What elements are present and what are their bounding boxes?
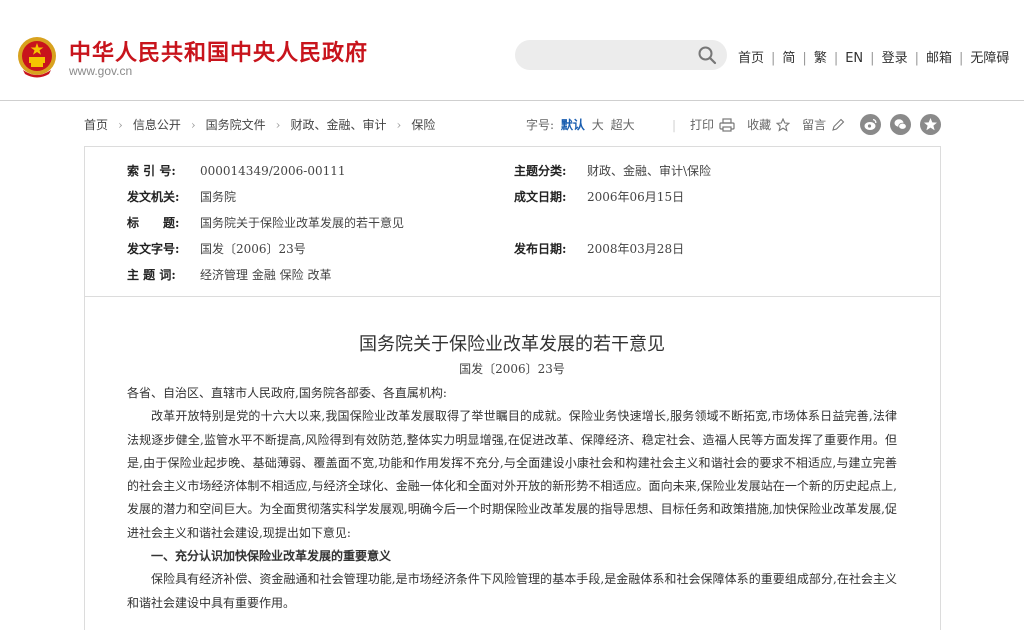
info-written-date: 成文日期: 2006年06月15日 [514, 188, 684, 205]
site-title[interactable]: 中华人民共和国中央人民政府 [69, 35, 368, 67]
star-icon [776, 117, 791, 132]
info-category: 主题分类: 财政、金融、审计\保险 [514, 162, 711, 179]
page-tools: | 打印 收藏 留言 [672, 116, 857, 133]
info-written-value: 2006年06月15日 [587, 190, 685, 204]
info-published-date: 发布日期: 2008年03月28日 [514, 240, 684, 257]
weibo-icon[interactable] [860, 114, 881, 135]
font-size-default[interactable]: 默认 [558, 118, 585, 132]
nav-separator: | [914, 51, 919, 66]
nav-mailbox[interactable]: 邮箱 [926, 51, 952, 66]
nav-simplified[interactable]: 简 [782, 51, 795, 66]
info-keywords-label: 主 题 词: [127, 268, 176, 282]
nav-separator: | [802, 51, 807, 66]
nav-separator: | [958, 51, 964, 66]
info-issuer-value: 国务院 [200, 190, 237, 204]
chevron-right-icon: › [275, 118, 281, 132]
favorite-button[interactable]: 收藏 [747, 116, 791, 133]
qzone-icon[interactable] [920, 114, 941, 135]
chevron-right-icon: › [396, 118, 402, 132]
breadcrumb-info-disclosure[interactable]: 信息公开 [133, 118, 181, 132]
search-box [515, 40, 727, 70]
article-paragraph: 改革开放特别是党的十六大以来,我国保险业改革发展取得了举世瞩目的成就。保险业务快… [127, 409, 897, 540]
font-size-large[interactable]: 大 [589, 118, 604, 132]
article-title: 国务院关于保险业改革发展的若干意见 [359, 334, 665, 355]
article-paragraph: 保险具有经济补偿、资金融通和社会管理功能,是市场经济条件下风险管理的基本手段,是… [127, 572, 897, 610]
info-index-label: 索 引 号: [127, 164, 176, 178]
info-keywords: 主 题 词: 经济管理 金融 保险 改革 [127, 266, 331, 283]
info-index-value: 000014349/2006-00111 [200, 164, 346, 178]
favorite-label: 收藏 [747, 118, 772, 132]
print-button[interactable]: 打印 [690, 116, 735, 133]
info-category-value: 财政、金融、审计\保险 [587, 164, 712, 178]
nav-separator: | [870, 51, 875, 66]
share-icons [860, 114, 950, 135]
site-url[interactable]: www.gov.cn [69, 64, 132, 78]
info-published-label: 发布日期: [514, 242, 567, 256]
nav-english[interactable]: EN [845, 51, 863, 66]
wechat-icon[interactable] [890, 114, 911, 135]
national-emblem-icon[interactable] [17, 36, 57, 78]
nav-separator: | [833, 51, 839, 66]
info-doc-number: 发文字号: 国发〔2006〕23号 [127, 240, 306, 257]
comment-button[interactable]: 留言 [802, 116, 845, 133]
chevron-right-icon: › [190, 118, 196, 132]
info-published-value: 2008年03月28日 [587, 242, 685, 256]
nav-login[interactable]: 登录 [882, 51, 908, 66]
info-issuer: 发文机关: 国务院 [127, 188, 236, 205]
comment-label: 留言 [802, 118, 827, 132]
info-docno-label: 发文字号: [127, 242, 180, 256]
info-written-label: 成文日期: [514, 190, 567, 204]
font-size-selector: 字号: 默认 大 超大 [526, 116, 635, 133]
breadcrumb-state-council-docs[interactable]: 国务院文件 [206, 118, 266, 132]
pencil-icon [832, 118, 845, 131]
nav-separator: | [771, 51, 776, 66]
info-title-value: 国务院关于保险业改革发展的若干意见 [200, 216, 405, 230]
divider: | [672, 118, 677, 132]
search-icon[interactable] [697, 45, 717, 65]
chevron-right-icon: › [118, 118, 123, 132]
info-title-label: 标 题: [127, 216, 180, 230]
article-salutation: 各省、自治区、直辖市人民政府,国务院各部委、各直属机构: [127, 386, 447, 400]
info-issuer-label: 发文机关: [127, 190, 180, 204]
search-input[interactable] [529, 46, 689, 64]
print-label: 打印 [690, 118, 715, 132]
top-nav: 首页 | 简 | 繁 | EN | 登录 | 邮箱 | 无障碍 [738, 47, 1009, 66]
font-size-label: 字号: [526, 118, 555, 132]
article-section-heading: 一、充分认识加快保险业改革发展的重要意义 [151, 549, 392, 564]
font-size-xlarge[interactable]: 超大 [608, 118, 635, 132]
article-doc-number: 国发〔2006〕23号 [459, 362, 565, 376]
breadcrumb-insurance[interactable]: 保险 [411, 118, 435, 132]
breadcrumb-bar: 首页 › 信息公开 › 国务院文件 › 财政、金融、审计 › 保险 字号: 默认 大 超大 | 打… [84, 114, 944, 135]
nav-traditional[interactable]: 繁 [814, 51, 827, 66]
printer-icon [719, 117, 735, 132]
nav-accessibility[interactable]: 无障碍 [970, 51, 1009, 66]
info-docno-value: 国发〔2006〕23号 [200, 242, 306, 256]
site-header: 中华人民共和国中央人民政府 www.gov.cn 首页 | 简 | 繁 | EN | 登录 | 邮箱… [0, 0, 1024, 101]
info-category-label: 主题分类: [514, 164, 567, 178]
info-keywords-value: 经济管理 金融 保险 改革 [200, 268, 332, 282]
breadcrumb-home[interactable]: 首页 [84, 118, 108, 132]
nav-home[interactable]: 首页 [738, 51, 764, 66]
breadcrumb-finance[interactable]: 财政、金融、审计 [290, 118, 386, 132]
breadcrumb: 首页 › 信息公开 › 国务院文件 › 财政、金融、审计 › 保险 [84, 116, 435, 133]
article-body: 各省、自治区、直辖市人民政府,国务院各部委、各直属机构: 改革开放特别是党的十六… [127, 382, 897, 615]
info-title: 标 题: 国务院关于保险业改革发展的若干意见 [127, 214, 404, 231]
info-index: 索 引 号: 000014349/2006-00111 [127, 162, 346, 179]
